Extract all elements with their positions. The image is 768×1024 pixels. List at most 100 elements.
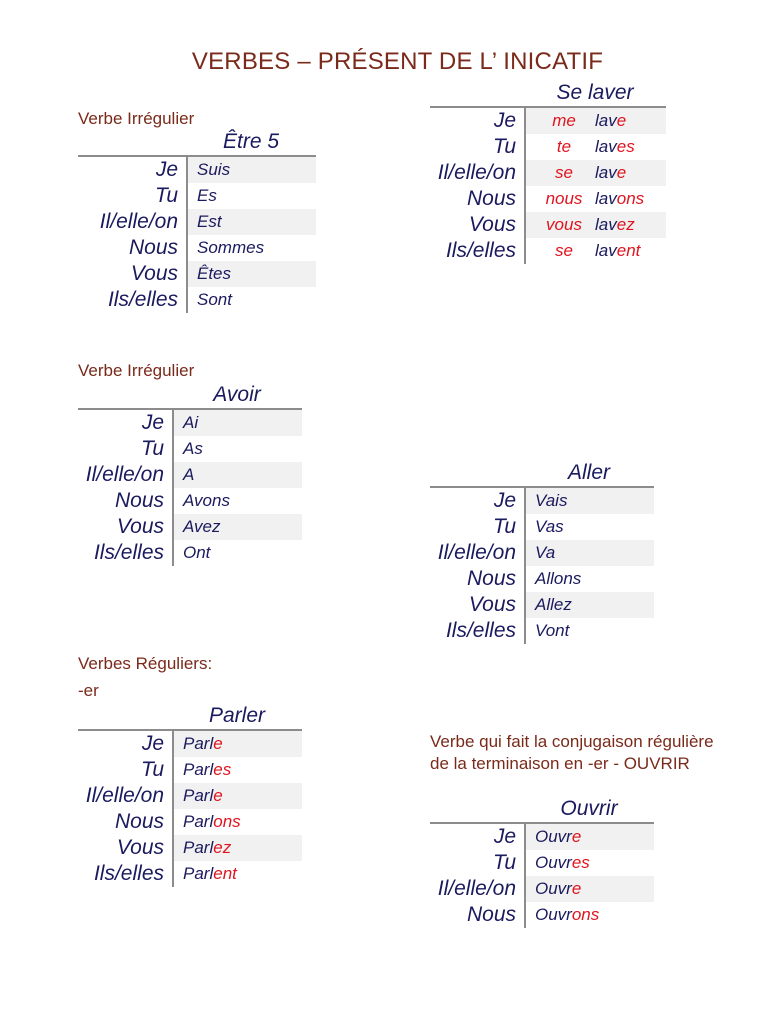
conjugation-row: Vous Êtes [78,261,316,287]
verb-stem: Allons [535,569,582,588]
verb-form: Ai [172,410,302,436]
conjugation-row: Vous vous lavez [430,212,666,238]
verb-form: Vais [524,488,654,514]
verb-form: Ouvres [524,850,654,876]
conjugation-row: Il/elle/on Parle [78,783,302,809]
conjugation-row: Je Ai [78,410,302,436]
pronoun: Il/elle/on [85,784,164,807]
pronoun: Nous [128,236,178,259]
pronoun: Il/elle/on [85,463,164,486]
verb-form: vous lavez [524,212,666,238]
verb-form: Allons [524,566,654,592]
conjugation-row: Ils/elles Vont [430,618,654,644]
verb-stem: Ouvr [535,827,572,846]
verb-stem: Es [197,186,217,205]
verb-form: se lavent [524,238,666,264]
verb-form: Parle [172,731,302,757]
verb-stem: Vais [535,491,568,510]
verb-form-text: lave [593,160,666,186]
conjugation-row: Je Vais [430,488,654,514]
verb-stem: lav [595,241,617,260]
pronoun: Nous [466,567,516,590]
verb-ending: ez [213,838,232,857]
conjugation-row: Nous Sommes [78,235,316,261]
reflexive-pronoun: nous [545,189,583,208]
verb-stem: Parl [183,734,214,753]
verb-title: Aller [567,461,610,484]
conjugation-rows: Je Ai Tu As Il/elle/on A Nous Avons Vous Avez Ils/… [78,408,302,566]
pronoun: Je [141,411,164,434]
verb-form: nous lavons [524,186,666,212]
conjugation-rows: Je Parle Tu Parles Il/elle/on Parle Nous Parlon… [78,729,302,887]
verb-stem: As [183,439,203,458]
verb-stem: lav [595,215,617,234]
verb-form: Avons [172,488,302,514]
pronoun: Tu [155,184,178,207]
verb-stem: Suis [197,160,231,179]
conjugation-table-se-laver: Se laver Je me lave Tu te laves Il/elle/on se la… [430,80,666,264]
conjugation-row: Vous Avez [78,514,302,540]
pronoun: Vous [116,515,164,538]
verb-ending: e [571,827,582,846]
verb-form: Ont [172,540,302,566]
conjugation-row: Nous Avons [78,488,302,514]
verb-ending: ons [571,905,600,924]
verb-form: Parles [172,757,302,783]
conjugation-table-aller: Aller Je Vais Tu Vas Il/elle/on Va Nous Allons V… [430,460,654,644]
verb-form: Vont [524,618,654,644]
pronoun: Ils/elles [445,239,516,262]
verb-stem: Avons [183,491,230,510]
conjugation-row: Je Parle [78,731,302,757]
verb-stem: Parl [183,760,214,779]
conjugation-row: Nous Ouvrons [430,902,654,928]
verb-form: Suis [186,157,316,183]
pronoun: Je [493,825,516,848]
verb-stem: Ouvr [535,879,572,898]
verb-stem: Va [535,543,556,562]
reflexive-pronoun: se [555,163,573,182]
pronoun: Vous [468,593,516,616]
conjugation-row: Il/elle/on Ouvre [430,876,654,902]
pronoun: Vous [130,262,178,285]
conjugation-row: Tu Parles [78,757,302,783]
verb-stem: Ouvr [535,905,572,924]
conjugation-row: Il/elle/on Va [430,540,654,566]
pronoun: Tu [141,437,164,460]
conjugation-row: Il/elle/on Est [78,209,316,235]
verb-title: Se laver [556,81,634,104]
conjugation-row: Tu Ouvres [430,850,654,876]
verb-form: Sommes [186,235,316,261]
conjugation-row: Nous Allons [430,566,654,592]
verb-form: me lave [524,108,666,134]
verb-stem: lav [595,111,617,130]
pronoun: Je [155,158,178,181]
conjugation-row: Tu Es [78,183,316,209]
pronoun: Il/elle/on [437,161,516,184]
verb-form-text: lavons [593,186,666,212]
verb-form: te laves [524,134,666,160]
verb-stem: Parl [183,812,214,831]
conjugation-row: Vous Allez [430,592,654,618]
conjugation-row: Je Suis [78,157,316,183]
conjugation-row: Vous Parlez [78,835,302,861]
verb-stem: lav [595,137,617,156]
conjugation-row: Je me lave [430,108,666,134]
pronoun: Vous [116,836,164,859]
pronoun: Ils/elles [93,541,164,564]
verb-form: Parlent [172,861,302,887]
verb-ending: ez [616,215,635,234]
verb-title: Ouvrir [560,797,618,820]
verb-form: Parlez [172,835,302,861]
pronoun: Ils/elles [445,619,516,642]
verb-ending: es [616,137,635,156]
conjugation-row: Ils/elles Sont [78,287,316,313]
verb-stem: Parl [183,786,214,805]
conjugation-row: Nous nous lavons [430,186,666,212]
verb-ending: es [571,853,590,872]
verb-stem: Ai [183,413,199,432]
verb-form: As [172,436,302,462]
pronoun: Nous [466,187,516,210]
verb-form: Ouvre [524,824,654,850]
conjugation-table-etre: Être 5 Je Suis Tu Es Il/elle/on Est Nous Sommes… [78,129,316,313]
pronoun: Nous [114,489,164,512]
